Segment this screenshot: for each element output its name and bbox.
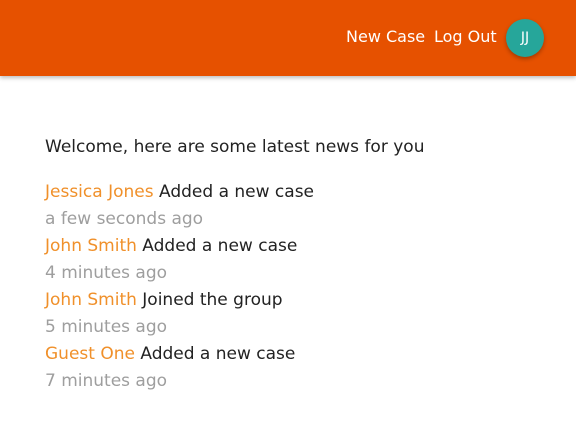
top-app-bar: New Case Log Out JJ (0, 0, 576, 76)
news-item: Jessica Jones Added a new case a few sec… (45, 179, 565, 233)
news-user-link[interactable]: Jessica Jones (45, 182, 154, 202)
news-item: John Smith Added a new case 4 minutes ag… (45, 233, 565, 287)
news-timestamp: a few seconds ago (45, 209, 204, 229)
news-line: Jessica Jones Added a new case (45, 179, 565, 206)
news-line: John Smith Added a new case (45, 233, 565, 260)
logout-link[interactable]: Log Out (434, 27, 497, 47)
news-action: Added a new case (142, 236, 298, 256)
welcome-message: Welcome, here are some latest news for y… (45, 137, 425, 157)
news-user-link[interactable]: John Smith (45, 236, 137, 256)
news-action: Joined the group (142, 290, 283, 310)
news-timestamp: 7 minutes ago (45, 371, 168, 391)
new-case-link[interactable]: New Case (346, 27, 425, 47)
news-item: Guest One Added a new case 7 minutes ago (45, 341, 565, 395)
news-timestamp: 4 minutes ago (45, 263, 168, 283)
news-timestamp: 5 minutes ago (45, 317, 168, 337)
news-line: John Smith Joined the group (45, 287, 565, 314)
news-user-link[interactable]: John Smith (45, 290, 137, 310)
news-action: Added a new case (159, 182, 315, 202)
news-item: John Smith Joined the group 5 minutes ag… (45, 287, 565, 341)
news-user-link[interactable]: Guest One (45, 344, 135, 364)
user-avatar[interactable]: JJ (506, 19, 544, 57)
news-panel: Welcome, here are some latest news for y… (45, 136, 565, 395)
news-line: Guest One Added a new case (45, 341, 565, 368)
news-action: Added a new case (140, 344, 296, 364)
